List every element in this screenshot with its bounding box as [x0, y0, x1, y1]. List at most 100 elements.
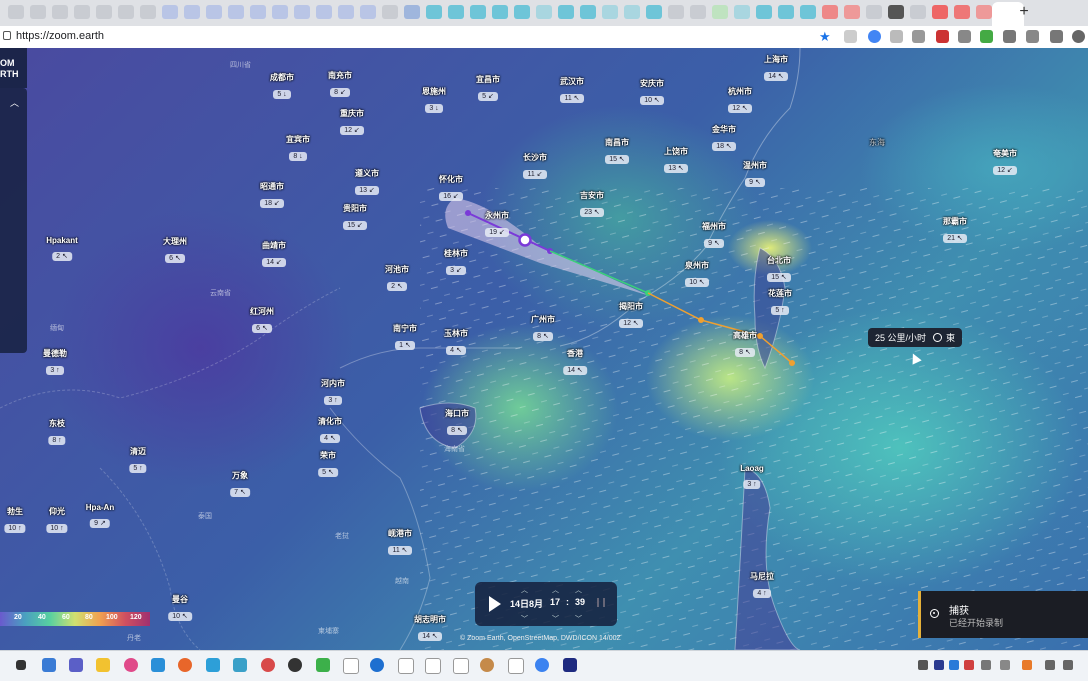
bluetooth-icon[interactable] — [949, 660, 959, 670]
tray-icon-1[interactable] — [934, 660, 944, 670]
city-label[interactable]: 南充市 8 ↙ — [328, 70, 352, 99]
tab-favicon-18[interactable] — [382, 5, 398, 19]
tab-favicon-22[interactable] — [470, 5, 486, 19]
tab-favicon-25[interactable] — [536, 5, 552, 19]
tab-favicon-29[interactable] — [624, 5, 640, 19]
city-label[interactable]: 金华市 18 ↖ — [712, 124, 736, 153]
city-label[interactable]: 长沙市 11 ↙ — [523, 152, 547, 181]
city-label[interactable]: 曼谷 10 ↖ — [168, 594, 192, 623]
minute-down-arrow-icon[interactable]: ﹀ — [575, 614, 582, 624]
tab-favicon-6[interactable] — [118, 5, 134, 19]
tray-icon-3[interactable] — [964, 660, 974, 670]
city-label[interactable]: 泉州市 10 ↖ — [685, 260, 709, 289]
city-label[interactable]: 东海 — [869, 137, 885, 148]
tab-favicon-21[interactable] — [448, 5, 464, 19]
tab-favicon-44[interactable] — [954, 5, 970, 19]
city-label[interactable]: 奄美市 12 ↙ — [993, 148, 1017, 177]
tab-favicon-16[interactable] — [338, 5, 354, 19]
city-label[interactable]: 贵阳市 15 ↙ — [343, 203, 367, 232]
tray-icon-6[interactable] — [1022, 660, 1032, 670]
document-icon-2[interactable] — [398, 658, 414, 674]
city-label[interactable]: 广州市 8 ↖ — [531, 314, 555, 343]
taskbar-app-1[interactable] — [42, 658, 56, 672]
tab-favicon-8[interactable] — [162, 5, 178, 19]
city-label[interactable]: 那霸市 21 ↖ — [943, 216, 967, 245]
city-label[interactable]: 清迈 5 ↑ — [129, 446, 147, 475]
tab-favicon-24[interactable] — [514, 5, 530, 19]
taskbar-app-7[interactable] — [206, 658, 220, 672]
date-display[interactable]: 14日8月 — [510, 597, 543, 610]
city-label[interactable]: 清化市 4 ↖ — [318, 416, 342, 445]
document-icon-5[interactable] — [508, 658, 524, 674]
tab-favicon-30[interactable] — [646, 5, 662, 19]
taskbar-app-8[interactable] — [233, 658, 247, 672]
chevron-up-icon[interactable]: ︿ — [10, 96, 19, 109]
city-label[interactable]: 上饶市 13 ↖ — [664, 146, 688, 175]
taskbar-app-4[interactable] — [124, 658, 138, 672]
city-label[interactable]: 河内市 3 ↑ — [321, 378, 345, 407]
tab-favicon-19[interactable] — [404, 5, 420, 19]
extension-icon-6[interactable] — [958, 30, 971, 43]
tab-favicon-26[interactable] — [558, 5, 574, 19]
city-label[interactable]: 香港 14 ↖ — [563, 348, 587, 377]
city-label[interactable]: 福州市 9 ↖ — [702, 221, 726, 250]
extension-icon-7[interactable] — [980, 30, 993, 43]
extension-icon-2[interactable] — [868, 30, 881, 43]
extension-icon-4[interactable] — [912, 30, 925, 43]
city-label[interactable]: 海口市 8 ↖ — [445, 408, 469, 437]
tab-favicon-36[interactable] — [778, 5, 794, 19]
tab-favicon-1[interactable] — [8, 5, 24, 19]
lock-icon[interactable] — [3, 31, 11, 40]
city-label[interactable]: 勃生 10 ↑ — [4, 506, 26, 535]
city-label[interactable]: 昭通市 18 ↙ — [260, 181, 284, 210]
play-button[interactable] — [489, 596, 501, 612]
skip-forward-icon[interactable] — [597, 598, 605, 607]
url-text[interactable]: https://zoom.earth — [16, 30, 104, 42]
tab-favicon-15[interactable] — [316, 5, 332, 19]
city-label[interactable]: 宜昌市 5 ↙ — [476, 74, 500, 103]
profile-avatar[interactable] — [1072, 30, 1085, 43]
extension-icon-5[interactable] — [936, 30, 949, 43]
tab-favicon-38[interactable] — [822, 5, 838, 19]
tab-favicon-20[interactable] — [426, 5, 442, 19]
tab-favicon-42[interactable] — [910, 5, 926, 19]
city-label[interactable]: 万象 7 ↖ — [230, 470, 250, 499]
firefox-icon[interactable] — [178, 658, 192, 672]
city-label[interactable]: 高雄市 8 ↖ — [733, 330, 757, 359]
tray-icon-5[interactable] — [1000, 660, 1010, 670]
city-label[interactable]: Hpakant 2 ↖ — [46, 236, 78, 263]
city-label[interactable]: 遵义市 13 ↙ — [355, 168, 379, 197]
tab-favicon-13[interactable] — [272, 5, 288, 19]
hour-down-arrow-icon[interactable]: ﹀ — [552, 614, 559, 624]
city-label[interactable]: 曼德勒 3 ↑ — [43, 348, 67, 377]
city-label[interactable]: 杭州市 12 ↖ — [728, 86, 752, 115]
tab-favicon-7[interactable] — [140, 5, 156, 19]
store-icon[interactable] — [151, 658, 165, 672]
taskbar-app-17[interactable] — [480, 658, 494, 672]
tab-favicon-45[interactable] — [976, 5, 992, 19]
city-label[interactable]: 荣市 5 ↖ — [318, 450, 338, 479]
zoom-earth-logo[interactable]: OM RTH — [0, 48, 27, 88]
weather-map[interactable]: 成都市 5 ↓ 南充市 8 ↙ 宜昌市 5 ↙ 武汉市 11 ↖ 安庆市 10 ↖ 杭州市 12 ↖ 上… — [0, 48, 1088, 650]
keyboard-icon[interactable] — [981, 660, 991, 670]
new-tab-button[interactable]: + — [1015, 3, 1033, 21]
tab-favicon-35[interactable] — [756, 5, 772, 19]
layers-side-panel[interactable]: ︿ — [0, 88, 27, 353]
city-label[interactable]: 花莲市 5 ↑ — [768, 288, 792, 317]
chrome-icon[interactable] — [535, 658, 549, 672]
tab-favicon-39[interactable] — [844, 5, 860, 19]
city-label[interactable]: 岘港市 11 ↖ — [388, 528, 412, 557]
taskbar-app-11[interactable] — [316, 658, 330, 672]
bookmark-star-icon[interactable]: ★ — [819, 30, 832, 43]
city-label[interactable]: 宜宾市 8 ↓ — [286, 134, 310, 163]
taskbar-app-10[interactable] — [288, 658, 302, 672]
tab-favicon-41[interactable] — [888, 5, 904, 19]
city-label[interactable]: 温州市 9 ↖ — [743, 160, 767, 189]
tab-favicon-27[interactable] — [580, 5, 596, 19]
city-label[interactable]: 武汉市 11 ↖ — [560, 76, 584, 105]
task-view-icon[interactable] — [16, 660, 26, 670]
city-label[interactable]: 吉安市 23 ↖ — [580, 190, 604, 219]
city-label[interactable]: 南昌市 15 ↖ — [605, 137, 629, 166]
city-label[interactable]: 南宁市 1 ↖ — [393, 323, 417, 352]
tab-favicon-9[interactable] — [184, 5, 200, 19]
